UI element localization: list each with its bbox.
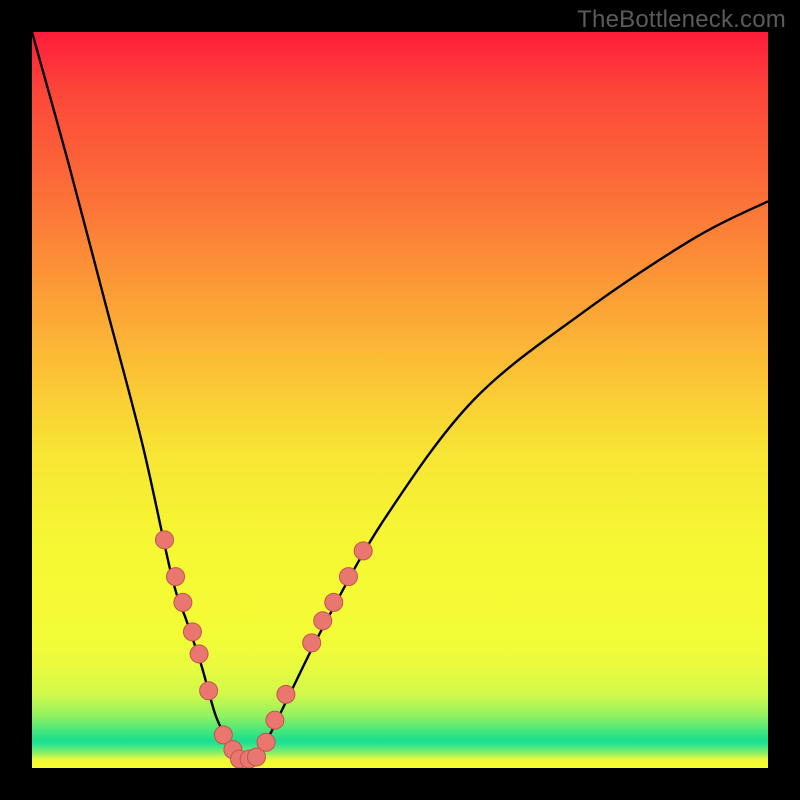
plot-area [32, 32, 768, 768]
curve-marker [174, 593, 192, 611]
curve-marker [155, 531, 173, 549]
curve-marker [339, 568, 357, 586]
bottleneck-curve [32, 32, 768, 761]
curve-marker [314, 612, 332, 630]
curve-marker [354, 542, 372, 560]
curve-marker [190, 645, 208, 663]
curve-marker [200, 682, 218, 700]
curve-marker [325, 593, 343, 611]
curve-marker [257, 733, 275, 751]
curve-marker [303, 634, 321, 652]
curve-markers [155, 531, 372, 768]
curve-layer [32, 32, 768, 768]
curve-marker [167, 568, 185, 586]
chart-frame: TheBottleneck.com [0, 0, 800, 800]
watermark-text: TheBottleneck.com [577, 6, 786, 34]
curve-marker [266, 711, 284, 729]
curve-marker [277, 685, 295, 703]
curve-marker [183, 623, 201, 641]
